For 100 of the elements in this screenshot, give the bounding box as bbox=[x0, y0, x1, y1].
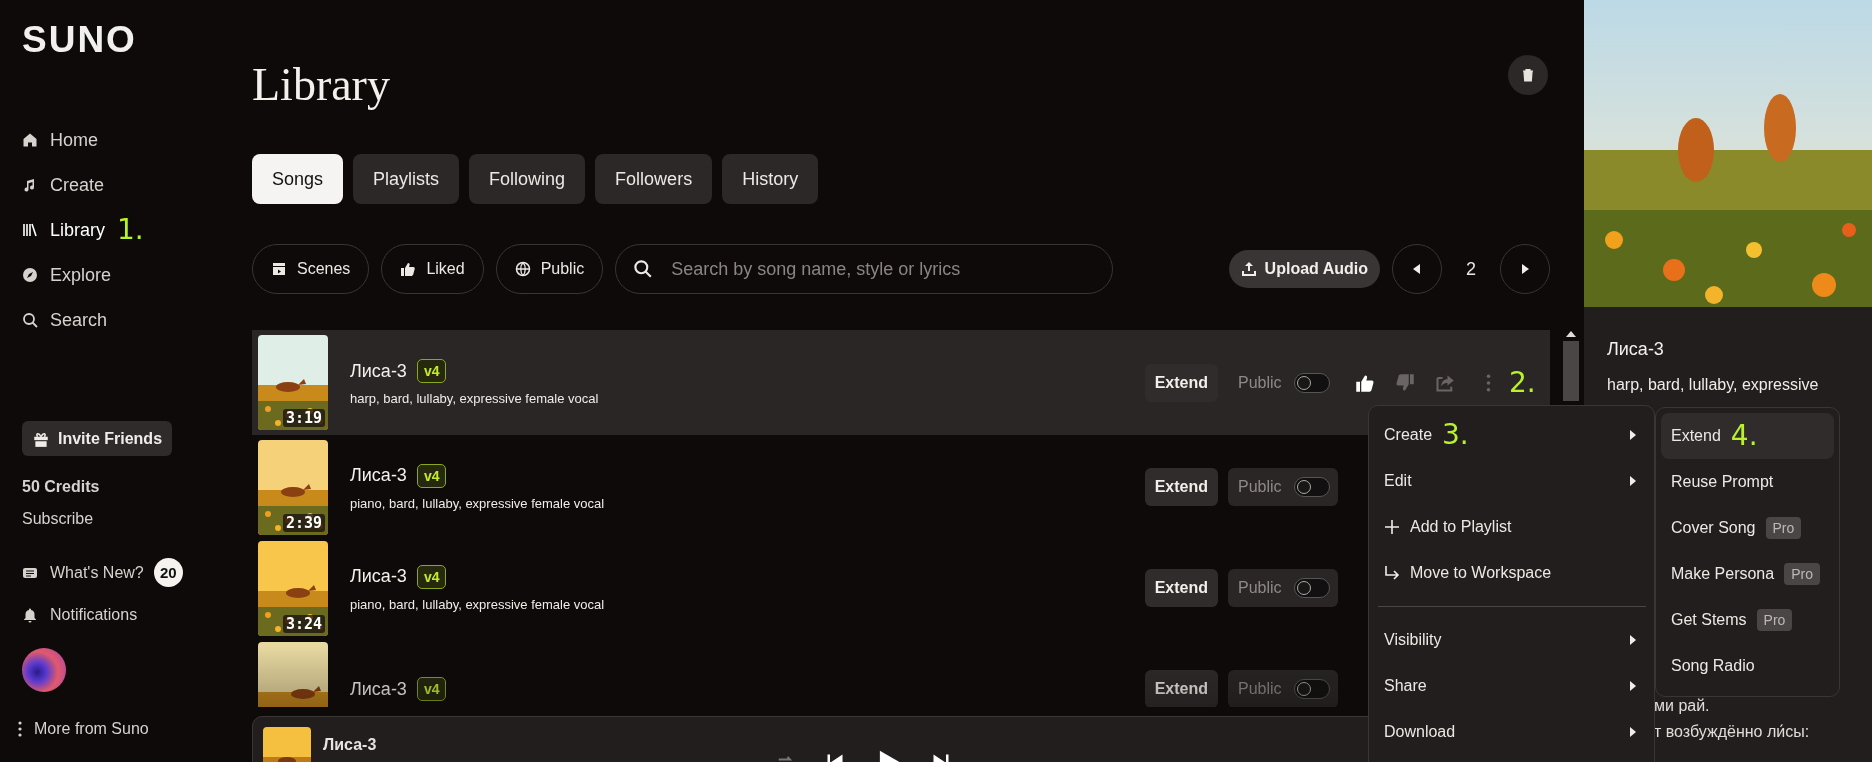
public-toggle[interactable]: Public bbox=[1228, 569, 1338, 607]
toggle-switch[interactable] bbox=[1294, 372, 1330, 393]
toggle-label: Public bbox=[1238, 680, 1282, 698]
notifications-link[interactable]: Notifications bbox=[22, 606, 138, 624]
menu-item[interactable]: Add to Playlist bbox=[1384, 504, 1640, 550]
caret-icon bbox=[1630, 681, 1636, 691]
lyrics-line: ми рай. bbox=[1654, 696, 1711, 716]
more-icon bbox=[18, 721, 22, 737]
more-options-icon[interactable] bbox=[1486, 373, 1491, 392]
menu-item-label: Get Stems bbox=[1671, 611, 1747, 629]
menu-item[interactable]: Download bbox=[1384, 709, 1640, 755]
tab[interactable]: Playlists bbox=[353, 154, 460, 204]
plus-icon bbox=[1384, 519, 1400, 535]
menu-item[interactable]: Get Stems Pro bbox=[1661, 597, 1834, 643]
pro-badge: Pro bbox=[1765, 517, 1802, 539]
menu-item[interactable]: Cover Song Pro bbox=[1661, 505, 1834, 551]
whats-new-link[interactable]: What's New? bbox=[22, 563, 144, 582]
search-field[interactable]: Search by song name, style or lyrics bbox=[615, 244, 1114, 294]
search-icon bbox=[22, 312, 38, 328]
song-tags: piano, bard, lullaby, expressive female vocal bbox=[350, 596, 1123, 612]
nav-item[interactable]: Explore bbox=[22, 264, 112, 286]
extend-button[interactable]: Extend bbox=[1144, 670, 1218, 707]
caret-right-icon bbox=[1521, 264, 1529, 274]
bell-icon bbox=[22, 607, 38, 623]
menu-item-label: Song Radio bbox=[1671, 657, 1755, 675]
menu-item-label: Reuse Prompt bbox=[1671, 473, 1774, 491]
toggle-switch[interactable] bbox=[1294, 477, 1330, 497]
duration-label: 3:19 bbox=[282, 409, 325, 427]
menu-item[interactable]: Share bbox=[1384, 663, 1640, 709]
compass-icon bbox=[22, 267, 38, 283]
delete-button[interactable] bbox=[1508, 55, 1548, 95]
nav-item[interactable]: Home bbox=[22, 129, 98, 151]
pro-badge: Pro bbox=[1756, 609, 1793, 631]
nav-item[interactable]: Library bbox=[22, 219, 106, 241]
menu-item[interactable]: Reuse Prompt bbox=[1661, 459, 1834, 505]
clapperboard-icon bbox=[271, 261, 287, 277]
page-title: Library bbox=[252, 58, 390, 112]
turn-arrow-icon bbox=[1384, 565, 1400, 581]
annotation-number: 1. bbox=[117, 215, 144, 245]
logo[interactable]: SUNO bbox=[22, 22, 137, 58]
thumbs-down-icon[interactable] bbox=[1394, 372, 1416, 393]
scrollbar-thumb[interactable] bbox=[1563, 341, 1579, 401]
filter-button[interactable]: Scenes bbox=[252, 244, 370, 294]
page-number: 2 bbox=[1465, 258, 1477, 280]
menu-item-label: Share bbox=[1384, 677, 1427, 695]
tab[interactable]: Songs bbox=[252, 154, 344, 204]
count-badge: 20 bbox=[153, 558, 183, 587]
extend-button[interactable]: Extend bbox=[1144, 468, 1218, 506]
song-title: Лиса-3 bbox=[350, 360, 407, 382]
menu-item-label: Download bbox=[1384, 723, 1456, 741]
nav-item[interactable]: Search bbox=[22, 309, 108, 331]
annotation-number: 2. bbox=[1509, 367, 1536, 398]
caret-left-icon bbox=[1413, 264, 1421, 274]
song-tags: harp, bard, lullaby, expressive female vocal bbox=[350, 391, 1123, 406]
song-tags: piano, bard, lullaby, expressive female vocal bbox=[350, 495, 1123, 511]
search-icon bbox=[633, 259, 653, 278]
song-title: Лиса-3 bbox=[1607, 339, 1665, 360]
pro-badge: Pro bbox=[1784, 563, 1820, 585]
thumbs-up-icon bbox=[400, 261, 417, 277]
toggle-switch[interactable] bbox=[1294, 679, 1330, 699]
public-toggle[interactable]: Public bbox=[1228, 468, 1338, 506]
song-tags: harp, bard, lullaby, expressive bbox=[1607, 376, 1872, 394]
version-tag: v4 bbox=[416, 463, 447, 488]
upload-audio-button[interactable]: Upload Audio bbox=[1228, 250, 1380, 288]
extend-button[interactable]: Extend bbox=[1144, 569, 1218, 607]
upload-icon bbox=[1240, 261, 1257, 277]
song-title: Лиса-3 bbox=[350, 566, 407, 587]
menu-item-label: Visibility bbox=[1384, 631, 1442, 649]
menu-item[interactable]: Move to Workspace bbox=[1384, 550, 1640, 596]
library-icon bbox=[22, 222, 38, 238]
menu-item-label: Move to Workspace bbox=[1410, 564, 1552, 582]
invite-friends-button[interactable]: Invite Friends bbox=[22, 421, 173, 456]
caret-icon bbox=[1630, 635, 1636, 645]
caret-icon bbox=[1630, 476, 1636, 486]
filter-button[interactable]: Liked bbox=[381, 244, 484, 294]
version-tag: v4 bbox=[416, 564, 447, 589]
caret-icon bbox=[1630, 430, 1636, 440]
avatar[interactable] bbox=[22, 648, 66, 692]
toggle-switch[interactable] bbox=[1294, 578, 1330, 598]
credits-count: 50 Credits bbox=[22, 478, 100, 496]
menu-item[interactable]: Song Radio bbox=[1661, 643, 1834, 689]
player-song-title: Лиса-3 bbox=[323, 736, 378, 754]
caret-icon bbox=[1630, 727, 1636, 737]
tab[interactable]: Following bbox=[469, 154, 586, 204]
menu-item-label: Make Persona bbox=[1671, 565, 1775, 583]
more-link[interactable]: More from Suno bbox=[18, 720, 149, 738]
toggle-label: Public bbox=[1238, 478, 1282, 496]
home-icon bbox=[22, 132, 38, 148]
menu-item[interactable]: Visibility bbox=[1384, 617, 1640, 663]
menu-item[interactable]: Make Persona Pro bbox=[1661, 551, 1834, 597]
menu-item[interactable]: Edit bbox=[1384, 458, 1640, 504]
version-tag: v4 bbox=[416, 359, 447, 383]
nav-item[interactable]: Create bbox=[22, 174, 105, 196]
scroll-up-icon[interactable] bbox=[1566, 331, 1576, 337]
subscribe-link[interactable]: Subscribe bbox=[22, 510, 94, 528]
tab[interactable]: History bbox=[722, 154, 819, 204]
menu-item[interactable]: Extend 4. bbox=[1661, 413, 1834, 459]
menu-item-label: Edit bbox=[1384, 472, 1412, 490]
tab[interactable]: Followers bbox=[595, 154, 713, 204]
extend-button[interactable]: Extend bbox=[1144, 363, 1218, 402]
